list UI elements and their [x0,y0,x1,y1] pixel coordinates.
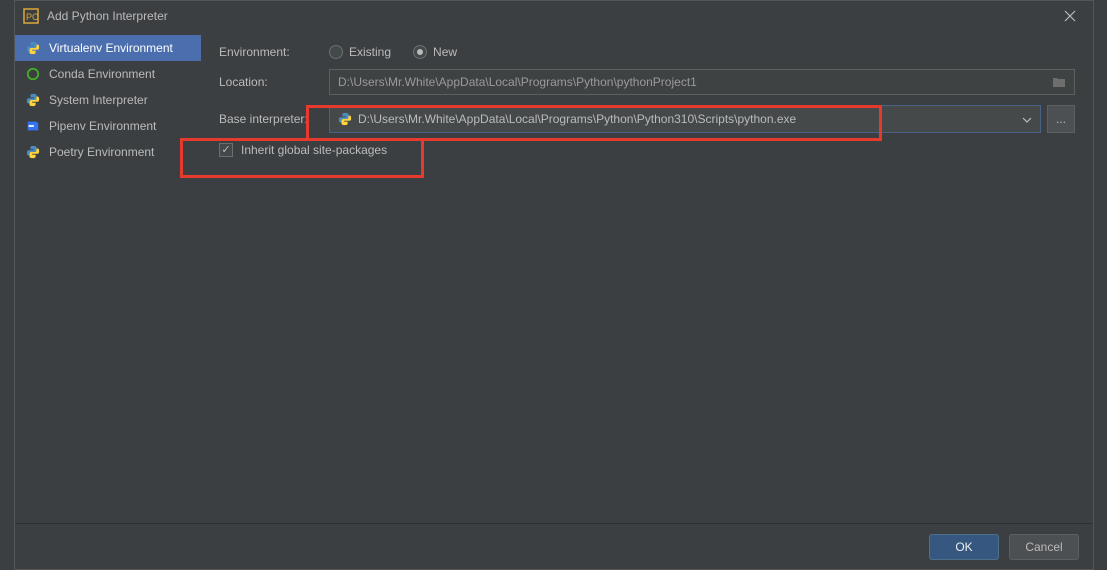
sidebar-item-poetry[interactable]: Poetry Environment [15,139,201,165]
sidebar-item-label: System Interpreter [49,93,148,107]
python-icon [25,92,41,108]
sidebar-item-label: Pipenv Environment [49,119,156,133]
base-interpreter-combo[interactable]: D:\Users\Mr.White\AppData\Local\Programs… [329,105,1041,133]
poetry-icon [25,144,41,160]
pycharm-icon: PC [23,8,39,24]
environment-radio-group: Existing New [329,45,457,59]
base-interpreter-label: Base interpreter: [219,112,329,126]
ok-button[interactable]: OK [929,534,999,560]
dialog-title: Add Python Interpreter [47,9,1055,23]
sidebar-item-conda[interactable]: Conda Environment [15,61,201,87]
chevron-down-icon [1022,112,1032,126]
base-interpreter-row: Base interpreter: D:\Users\Mr.White\AppD… [219,105,1075,133]
conda-icon [25,66,41,82]
pipenv-icon [25,118,41,134]
radio-existing[interactable]: Existing [329,45,391,59]
sidebar-item-label: Conda Environment [49,67,155,81]
ok-label: OK [955,540,972,554]
checkbox-box-icon [219,143,233,157]
cancel-label: Cancel [1025,540,1062,554]
inherit-label: Inherit global site-packages [241,143,387,157]
dialog-footer: OK Cancel [15,523,1093,569]
radio-label: Existing [349,45,391,59]
python-icon [25,40,41,56]
browse-button[interactable]: ... [1047,105,1075,133]
radio-dot-icon [329,45,343,59]
inherit-checkbox[interactable]: Inherit global site-packages [219,143,387,157]
folder-icon[interactable] [1052,76,1066,88]
sidebar-item-pipenv[interactable]: Pipenv Environment [15,113,201,139]
python-icon [338,112,352,126]
environment-label: Environment: [219,45,329,59]
radio-new[interactable]: New [413,45,457,59]
close-button[interactable] [1055,1,1085,31]
sidebar: Virtualenv Environment Conda Environment… [15,31,201,523]
sidebar-item-label: Poetry Environment [49,145,154,159]
location-label: Location: [219,75,329,89]
inherit-row: Inherit global site-packages [219,143,1075,157]
svg-text:PC: PC [26,12,39,22]
radio-dot-icon [413,45,427,59]
main-panel: Environment: Existing New Location: D:\U… [201,31,1093,523]
base-interpreter-value: D:\Users\Mr.White\AppData\Local\Programs… [358,112,796,126]
dialog-window: PC Add Python Interpreter Virtualenv Env… [14,0,1094,570]
titlebar: PC Add Python Interpreter [15,1,1093,31]
environment-row: Environment: Existing New [219,45,1075,59]
ellipsis-label: ... [1056,112,1066,126]
sidebar-item-system[interactable]: System Interpreter [15,87,201,113]
sidebar-item-virtualenv[interactable]: Virtualenv Environment [15,35,201,61]
radio-label: New [433,45,457,59]
cancel-button[interactable]: Cancel [1009,534,1079,560]
location-field[interactable]: D:\Users\Mr.White\AppData\Local\Programs… [329,69,1075,95]
location-value: D:\Users\Mr.White\AppData\Local\Programs… [338,75,697,89]
location-row: Location: D:\Users\Mr.White\AppData\Loca… [219,69,1075,95]
dialog-body: Virtualenv Environment Conda Environment… [15,31,1093,523]
sidebar-item-label: Virtualenv Environment [49,41,173,55]
